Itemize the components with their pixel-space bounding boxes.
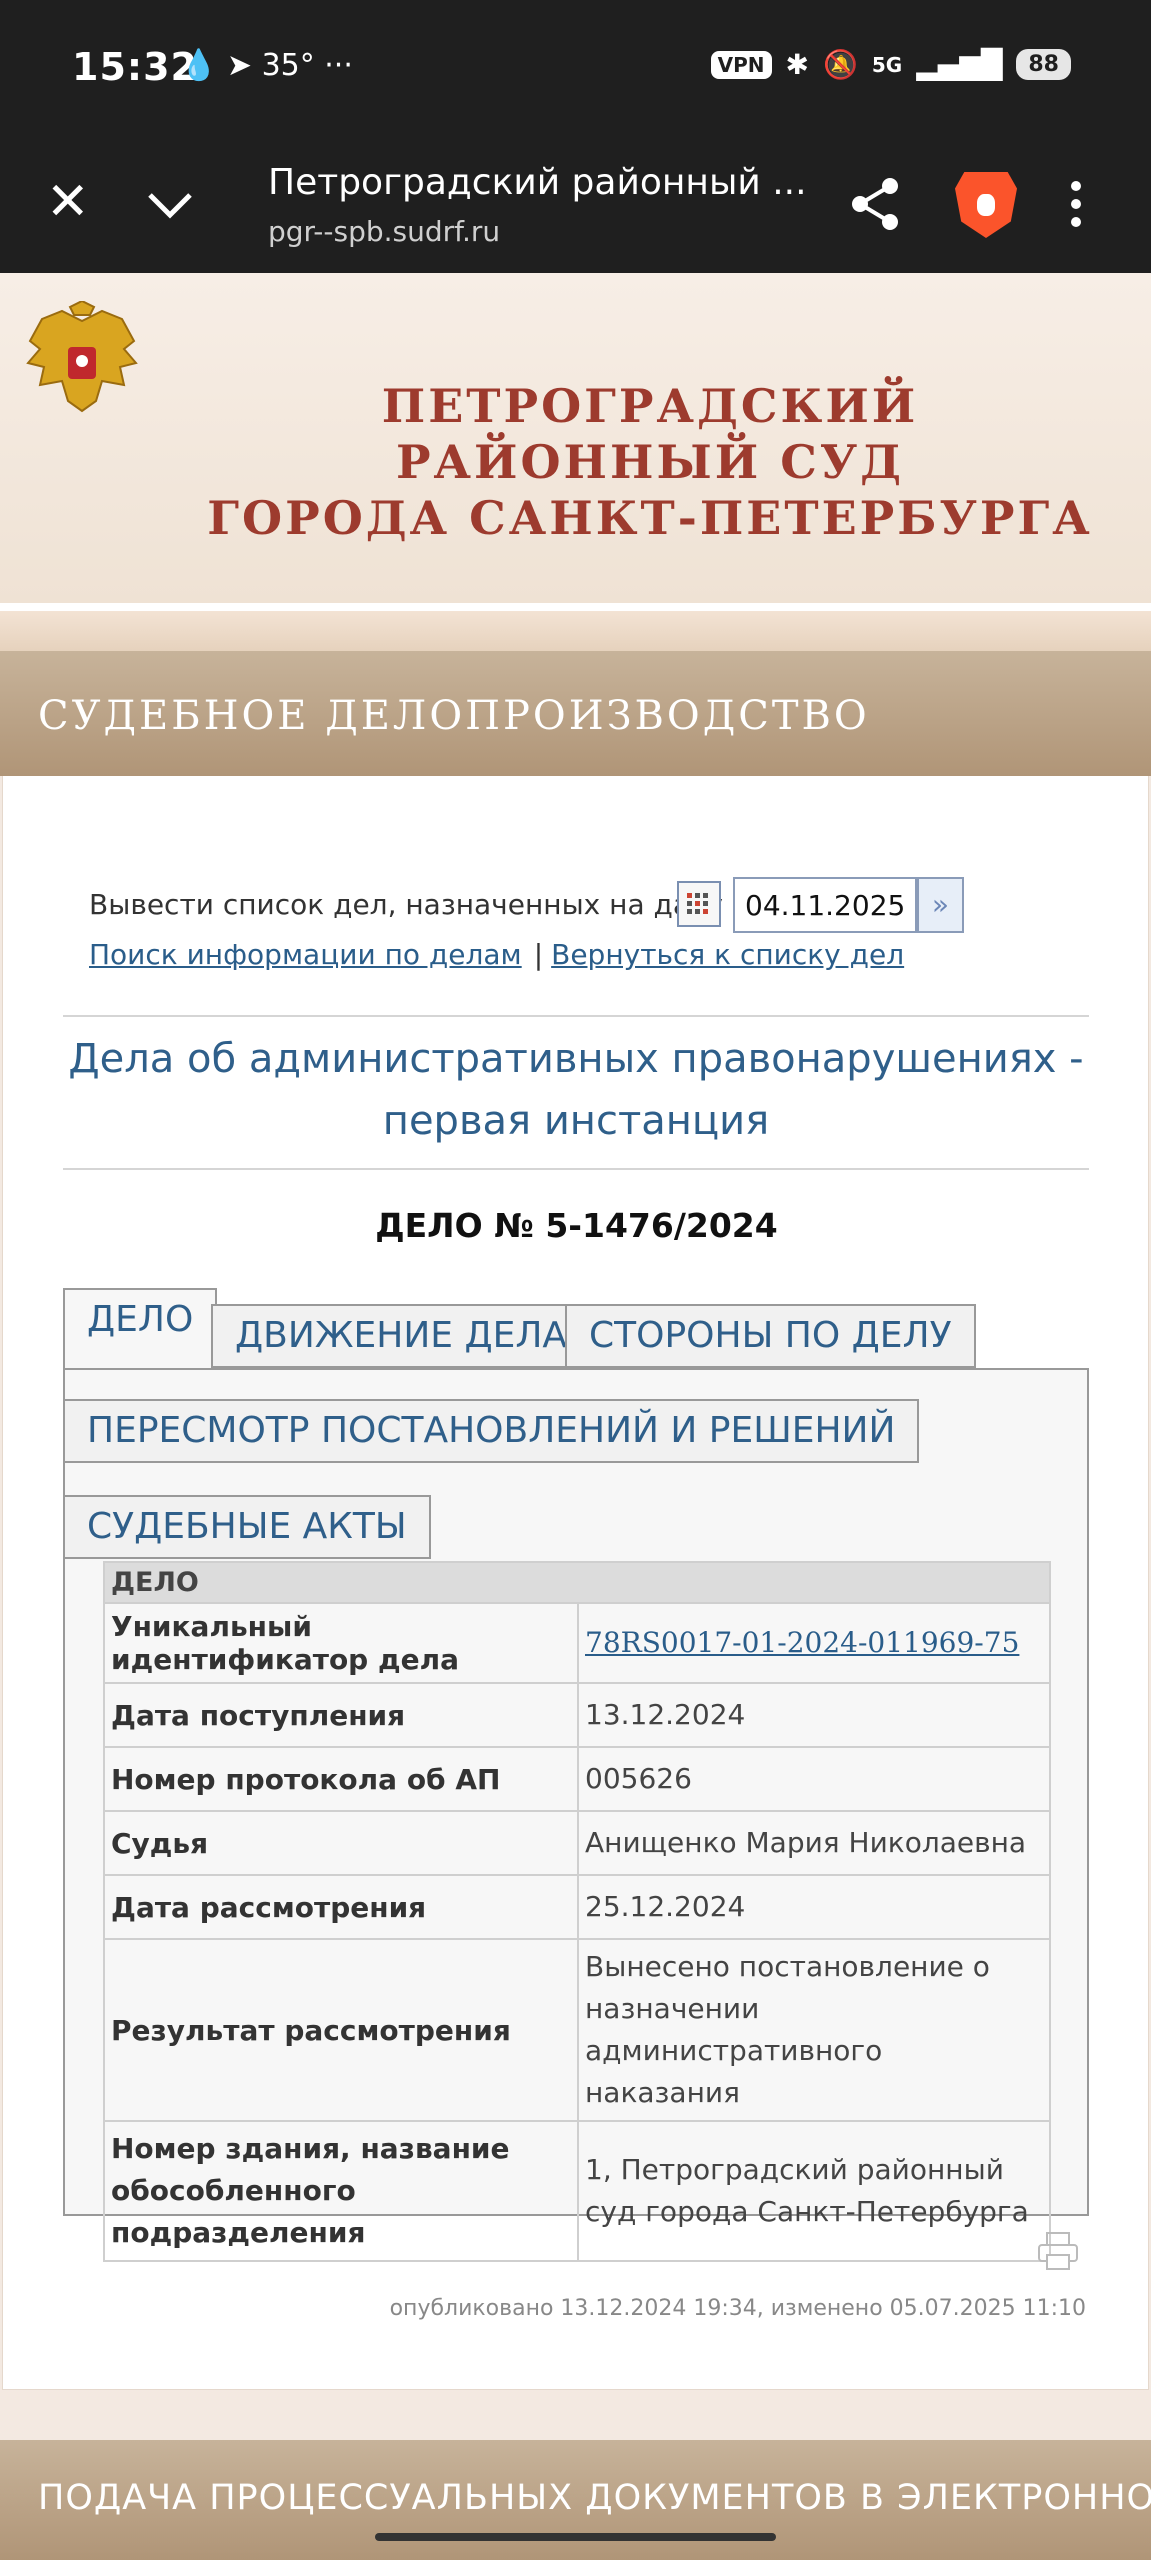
row-value: 1, Петроградский районный суд города Сан…	[577, 2120, 1051, 2262]
row-value: Вынесено постановление о назначении адми…	[577, 1938, 1051, 2122]
browser-chrome: 15:32 💧 ➤ 35° ··· VPN ✱ 🔕 5G ▂▄▆█ 88 ✕ П…	[0, 0, 1151, 273]
status-indicators: VPN ✱ 🔕 5G ▂▄▆█ 88	[710, 48, 1071, 81]
decorative-strip	[0, 611, 1151, 651]
coat-of-arms-icon[interactable]	[22, 301, 142, 431]
page-title[interactable]: Петроградский районный ...	[268, 162, 807, 203]
row-value: Анищенко Мария Николаевна	[577, 1810, 1051, 1876]
mute-icon: 🔕	[823, 48, 858, 81]
row-value: 13.12.2024	[577, 1682, 1051, 1748]
bluetooth-icon: ✱	[785, 48, 810, 81]
submit-date-button[interactable]: »	[917, 877, 964, 933]
case-details-table: ДЕЛО Уникальный идентификатор дела 78RS0…	[103, 1561, 1051, 2262]
tab-judicial-acts[interactable]: СУДЕБНЫЕ АКТЫ	[63, 1495, 431, 1559]
main-content: Вывести список дел, назначенных на дату …	[2, 776, 1149, 2390]
table-row: Номер протокола об АП 005626	[103, 1746, 1051, 1812]
tab-review[interactable]: ПЕРЕСМОТР ПОСТАНОВЛЕНИЙ И РЕШЕНИЙ	[63, 1399, 920, 1463]
brave-lion-icon[interactable]	[955, 172, 1017, 238]
e-filing-section-header: ПОДАЧА ПРОЦЕССУАЛЬНЫХ ДОКУМЕНТОВ В ЭЛЕКТ…	[0, 2440, 1151, 2560]
date-filter-label: Вывести список дел, назначенных на дату	[89, 888, 723, 921]
tab-case-movement[interactable]: ДВИЖЕНИЕ ДЕЛА	[211, 1304, 592, 1368]
case-category-title: Дела об административных правонарушениях…	[68, 1036, 1084, 1144]
row-label: Дата рассмотрения	[103, 1874, 579, 1940]
row-label: Номер протокола об АП	[103, 1746, 579, 1812]
gesture-bar[interactable]	[375, 2533, 776, 2541]
tab-case[interactable]: ДЕЛО	[63, 1288, 218, 1368]
chevron-down-icon[interactable]	[146, 180, 194, 232]
more-vertical-icon[interactable]	[1068, 180, 1084, 237]
divider	[0, 603, 1151, 611]
table-row: Дата поступления 13.12.2024	[103, 1682, 1051, 1748]
calendar-icon[interactable]	[677, 881, 721, 927]
signal-icon: ▂▄▆█	[916, 48, 1003, 81]
date-input[interactable]	[733, 877, 917, 933]
row-label: Судья	[103, 1810, 579, 1876]
table-row: Номер здания, название обособленного под…	[103, 2120, 1051, 2262]
back-to-list-link[interactable]: Вернуться к списку дел	[551, 938, 904, 971]
share-icon[interactable]	[850, 176, 902, 241]
e-filing-title[interactable]: ПОДАЧА ПРОЦЕССУАЛЬНЫХ ДОКУМЕНТОВ В ЭЛЕКТ…	[38, 2478, 1151, 2518]
tab-parties[interactable]: СТОРОНЫ ПО ДЕЛУ	[565, 1304, 976, 1368]
row-value: 78RS0017-01-2024-011969-75	[577, 1602, 1051, 1684]
table-row: Судья Анищенко Мария Николаевна	[103, 1810, 1051, 1876]
row-value: 25.12.2024	[577, 1874, 1051, 1940]
court-name-line2: ГОРОДА САНКТ-ПЕТЕРБУРГА	[207, 491, 1093, 545]
divider	[63, 1168, 1089, 1170]
row-label: Результат рассмотрения	[103, 1938, 579, 2122]
table-row: Результат рассмотрения Вынесено постанов…	[103, 1938, 1051, 2122]
notification-icons: 💧 ➤ 35° ···	[180, 48, 353, 83]
row-label: Уникальный идентификатор дела	[103, 1602, 579, 1684]
vpn-icon: VPN	[710, 50, 772, 79]
print-icon[interactable]	[1037, 2231, 1079, 2271]
court-name: ПЕТРОГРАДСКИЙ РАЙОННЫЙ СУД ГОРОДА САНКТ-…	[200, 378, 1100, 546]
court-name-line1: ПЕТРОГРАДСКИЙ РАЙОННЫЙ СУД	[381, 379, 919, 489]
page-url[interactable]: pgr--spb.sudrf.ru	[268, 215, 500, 248]
case-search-link[interactable]: Поиск информации по делам	[89, 938, 522, 971]
row-value: 005626	[577, 1746, 1051, 1812]
navigation-links: Поиск информации по делам | Вернуться к сп…	[89, 938, 904, 971]
table-row: Дата рассмотрения 25.12.2024	[103, 1874, 1051, 1940]
divider	[63, 1015, 1089, 1017]
row-label: Дата поступления	[103, 1682, 579, 1748]
row-label: Номер здания, название обособленного под…	[103, 2120, 579, 2262]
battery-icon: 88	[1016, 49, 1071, 80]
table-row: Уникальный идентификатор дела 78RS0017-0…	[103, 1602, 1051, 1684]
close-icon[interactable]: ✕	[46, 176, 90, 228]
section-title: СУДЕБНОЕ ДЕЛОПРОИЗВОДСТВО	[38, 693, 870, 739]
section-header: СУДЕБНОЕ ДЕЛОПРОИЗВОДСТВО	[0, 651, 1151, 776]
case-number: ДЕЛО № 5-1476/2024	[375, 1206, 778, 1245]
case-uid-link[interactable]: 78RS0017-01-2024-011969-75	[585, 1626, 1019, 1659]
link-separator: |	[533, 938, 544, 971]
court-header: ПЕТРОГРАДСКИЙ РАЙОННЫЙ СУД ГОРОДА САНКТ-…	[0, 273, 1151, 606]
table-header-row: ДЕЛО	[103, 1561, 1051, 1604]
table-header: ДЕЛО	[103, 1561, 1051, 1604]
published-info: опубликовано 13.12.2024 19:34, изменено …	[389, 2296, 1086, 2321]
network-label: 5G	[871, 52, 903, 77]
